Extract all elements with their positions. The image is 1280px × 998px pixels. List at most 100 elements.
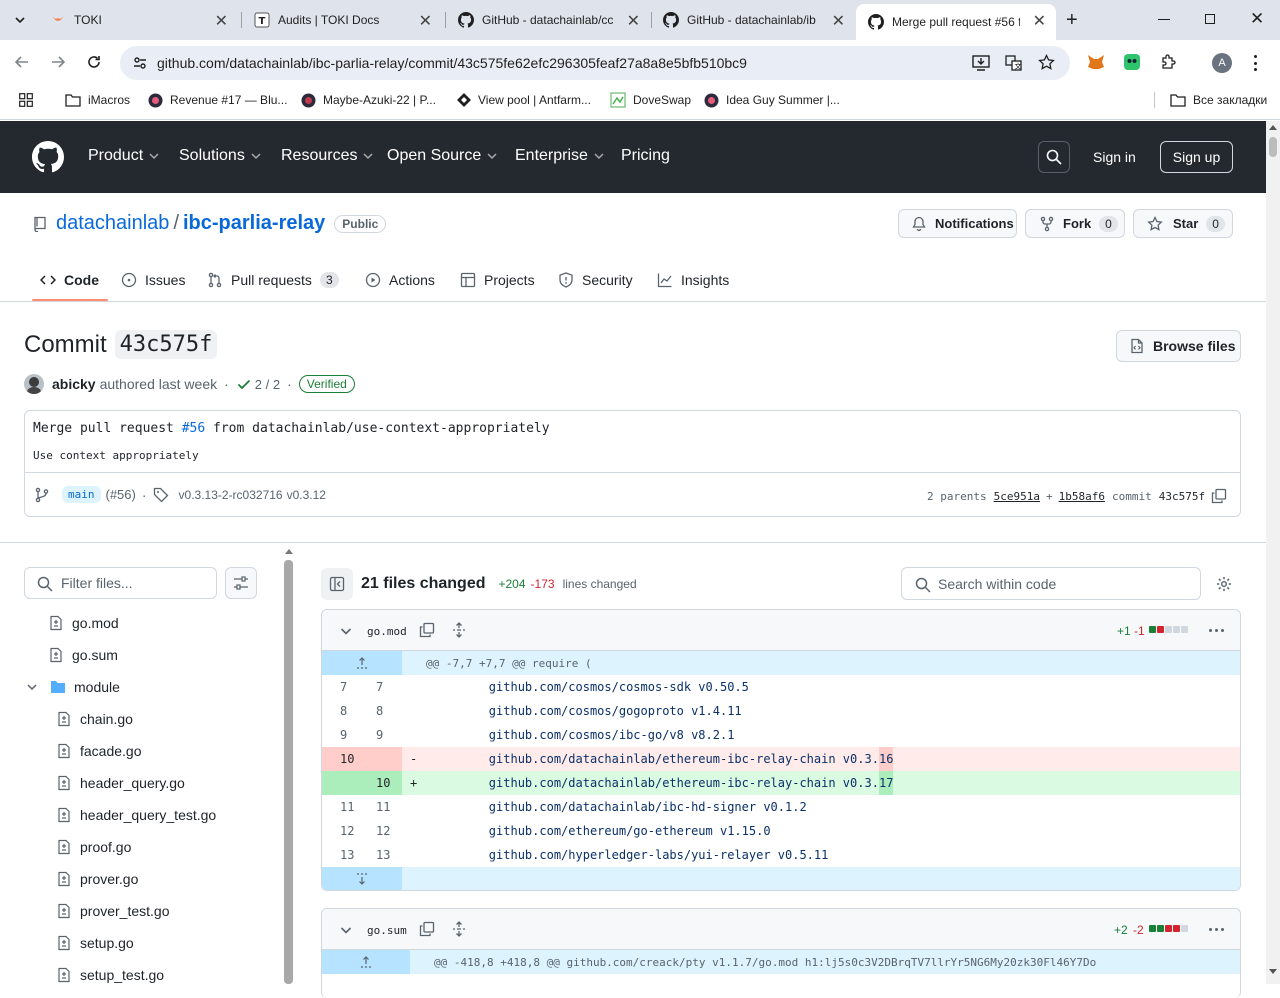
- file-tree-item[interactable]: chain.go: [56, 707, 133, 731]
- bookmark-idea-guy[interactable]: Idea Guy Summer |...: [704, 84, 840, 116]
- new-line-number[interactable]: 11: [376, 795, 390, 819]
- verified-badge[interactable]: Verified: [298, 375, 355, 393]
- file-tree-item[interactable]: header_query_test.go: [56, 803, 216, 827]
- sign-up-button[interactable]: Sign up: [1160, 141, 1233, 173]
- browser-tab-github-cc[interactable]: GitHub - datachainlab/cc ✕: [446, 0, 650, 40]
- tab-list-dropdown-button[interactable]: [10, 10, 30, 30]
- file-tree-item[interactable]: proof.go: [56, 835, 131, 859]
- old-line-number[interactable]: 13: [340, 843, 354, 867]
- file-tree-item[interactable]: go.mod: [48, 611, 119, 635]
- fork-button[interactable]: Fork 0: [1025, 209, 1125, 238]
- browser-tab-github-ib[interactable]: GitHub - datachainlab/ib ✕: [651, 0, 855, 40]
- star-bookmark-icon[interactable]: [1038, 54, 1055, 71]
- browser-menu-icon[interactable]: [1254, 55, 1258, 71]
- file-tree-folder[interactable]: module: [26, 675, 120, 699]
- new-line-number[interactable]: 9: [376, 723, 383, 747]
- old-line-number[interactable]: 9: [340, 723, 347, 747]
- tab-issues[interactable]: Issues: [121, 269, 185, 291]
- pr-ref[interactable]: (#56): [106, 487, 136, 502]
- nav-enterprise[interactable]: Enterprise: [515, 147, 604, 165]
- nav-open-source[interactable]: Open Source: [387, 147, 497, 165]
- reload-icon[interactable]: [86, 54, 102, 70]
- copy-icon[interactable]: [419, 921, 435, 937]
- branch-badge[interactable]: main: [62, 486, 101, 503]
- tab-insights[interactable]: Insights: [657, 269, 729, 291]
- site-info-icon[interactable]: [132, 55, 148, 71]
- nav-solutions[interactable]: Solutions: [179, 147, 261, 165]
- tag-label[interactable]: v0.3.13-2-rc032716: [179, 488, 283, 502]
- scrollbar-thumb[interactable]: [1269, 137, 1277, 157]
- sidebar-scrollbar[interactable]: [284, 547, 294, 984]
- parent-sha-1[interactable]: 5ce951a: [994, 490, 1040, 503]
- metamask-icon[interactable]: [1087, 54, 1105, 70]
- bookmark-revenue[interactable]: Revenue #17 — Blu...: [148, 84, 287, 116]
- github-logo-icon[interactable]: [32, 141, 64, 173]
- toggle-file-tree-button[interactable]: [321, 568, 353, 600]
- translate-icon[interactable]: 文: [1005, 55, 1022, 71]
- old-line-number[interactable]: 11: [340, 795, 354, 819]
- page-scrollbar[interactable]: [1266, 121, 1280, 984]
- browser-tab-toki[interactable]: TOKI ✕: [38, 0, 238, 40]
- pr-link[interactable]: #56: [182, 421, 205, 436]
- file-options-icon[interactable]: [1209, 629, 1224, 632]
- file-name[interactable]: go.sum: [367, 924, 407, 937]
- bookmark-azuki[interactable]: Maybe-Azuki-22 | P...: [301, 84, 436, 116]
- checks-status[interactable]: 2 / 2: [255, 377, 280, 392]
- browse-files-button[interactable]: Browse files: [1116, 330, 1241, 362]
- forward-arrow-icon[interactable]: [50, 54, 66, 70]
- tab-code[interactable]: Code: [40, 269, 99, 291]
- parent-sha-2[interactable]: 1b58af6: [1059, 490, 1105, 503]
- nav-pricing[interactable]: Pricing: [621, 147, 670, 165]
- close-icon[interactable]: ✕: [215, 11, 228, 31]
- filter-files-input[interactable]: Filter files...: [24, 567, 217, 599]
- new-line-number[interactable]: 12: [376, 819, 390, 843]
- chevron-down-icon[interactable]: [340, 625, 352, 637]
- new-line-number[interactable]: 8: [376, 699, 383, 723]
- file-tree-item[interactable]: facade.go: [56, 739, 142, 763]
- minimize-button[interactable]: [1158, 19, 1170, 20]
- old-line-number[interactable]: 8: [340, 699, 347, 723]
- extension-green-icon[interactable]: [1123, 53, 1141, 71]
- old-line-number[interactable]: 12: [340, 819, 354, 843]
- search-within-code-input[interactable]: Search within code: [901, 567, 1201, 600]
- file-tree-item[interactable]: setup.go: [56, 931, 134, 955]
- scrollbar-thumb[interactable]: [284, 560, 293, 984]
- old-line-number[interactable]: 10: [340, 747, 354, 771]
- new-line-number[interactable]: 13: [376, 843, 390, 867]
- back-arrow-icon[interactable]: [14, 54, 30, 70]
- restore-button[interactable]: [1205, 14, 1215, 24]
- repo-owner-link[interactable]: datachainlab: [56, 212, 169, 235]
- new-tab-button[interactable]: +: [1066, 9, 1078, 32]
- scrollbar-down-arrow[interactable]: [1269, 969, 1277, 974]
- expand-all-icon[interactable]: [451, 622, 467, 638]
- tab-actions[interactable]: Actions: [365, 269, 435, 291]
- profile-avatar[interactable]: A: [1212, 53, 1232, 73]
- star-button[interactable]: Star 0: [1133, 209, 1233, 238]
- expand-all-icon[interactable]: [451, 921, 467, 937]
- tab-pull-requests[interactable]: Pull requests 3: [207, 269, 339, 291]
- sign-in-link[interactable]: Sign in: [1093, 149, 1136, 165]
- file-tree-item[interactable]: prover_test.go: [56, 899, 170, 923]
- expand-up-button[interactable]: [322, 651, 402, 675]
- scrollbar-up-arrow[interactable]: [285, 549, 293, 554]
- copy-icon[interactable]: [1211, 488, 1227, 504]
- address-bar[interactable]: github.com/datachainlab/ibc-parlia-relay…: [120, 46, 1070, 80]
- all-bookmarks[interactable]: Все закладки: [1170, 84, 1267, 116]
- file-name[interactable]: go.mod: [367, 625, 407, 638]
- gear-icon[interactable]: [1216, 576, 1232, 592]
- file-tree-item[interactable]: prover.go: [56, 867, 138, 891]
- file-tree-item[interactable]: header_query.go: [56, 771, 185, 795]
- tab-projects[interactable]: Projects: [460, 269, 535, 291]
- file-tree-item[interactable]: setup_test.go: [56, 963, 164, 987]
- chevron-down-icon[interactable]: [340, 924, 352, 936]
- header-search-button[interactable]: [1038, 141, 1070, 173]
- browser-tab-active-commit[interactable]: Merge pull request #56 f ✕: [856, 4, 1056, 40]
- bookmark-antfarm[interactable]: View pool | Antfarm...: [457, 84, 591, 116]
- scrollbar-up-arrow[interactable]: [1269, 125, 1277, 130]
- close-icon[interactable]: ✕: [419, 11, 432, 31]
- close-icon[interactable]: ✕: [627, 11, 640, 31]
- expand-up-button[interactable]: [322, 950, 410, 974]
- extensions-puzzle-icon[interactable]: [1160, 53, 1178, 71]
- file-options-icon[interactable]: [1209, 928, 1224, 931]
- close-icon[interactable]: ✕: [1033, 11, 1046, 31]
